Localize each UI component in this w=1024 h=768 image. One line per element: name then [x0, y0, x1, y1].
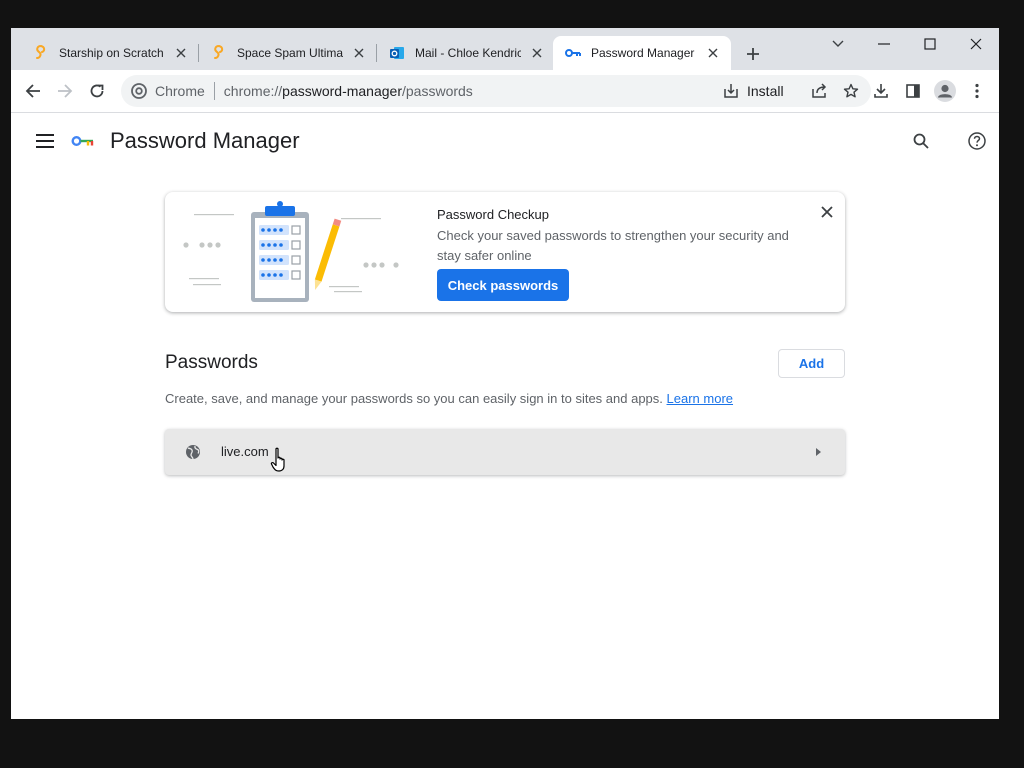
address-bar[interactable]: Chrome chrome://password-manager/passwor… [121, 75, 871, 107]
install-button[interactable]: Install [723, 75, 784, 107]
url-path: /passwords [402, 83, 473, 99]
new-tab-button[interactable] [741, 42, 765, 66]
tab-title: Starship on Scratch [59, 46, 164, 60]
site-info-chip[interactable]: Chrome [121, 83, 205, 99]
close-icon [970, 38, 982, 50]
profile-button[interactable] [931, 77, 959, 105]
tab-space-spam-ultimate[interactable]: Space Spam Ultimate [199, 36, 377, 70]
check-passwords-button[interactable]: Check passwords [437, 269, 569, 301]
page-header: Password Manager [11, 113, 999, 169]
tab-title: Space Spam Ultimate [237, 46, 343, 60]
star-icon [843, 83, 859, 98]
url-scheme: chrome:// [223, 83, 283, 99]
tab-password-manager[interactable]: Password Manager [553, 36, 731, 70]
arrow-left-icon [25, 84, 40, 98]
tab-strip: Starship on Scratch Space Spam Ultimate … [11, 28, 999, 70]
chrome-icon [131, 83, 147, 99]
close-icon[interactable] [173, 45, 189, 61]
share-button[interactable] [805, 77, 833, 105]
minimize-icon [878, 43, 890, 45]
password-site-label: live.com [221, 444, 269, 459]
chevron-down-icon [832, 40, 844, 47]
checkup-illustration [183, 201, 399, 302]
arrow-right-icon [58, 84, 73, 98]
outlook-icon [389, 45, 405, 61]
hand-cursor-icon [270, 447, 285, 472]
scratch-icon [211, 45, 227, 61]
close-icon[interactable] [351, 45, 367, 61]
help-icon [968, 132, 986, 150]
search-button[interactable] [909, 129, 933, 153]
url-host: password-manager [282, 83, 402, 99]
plus-icon [747, 48, 759, 60]
side-panel-icon [906, 84, 920, 98]
tab-mail[interactable]: Mail - Chloe Kendrick [377, 36, 555, 70]
install-icon [724, 84, 738, 98]
page-content: Password Manager Password Checkup Check … [11, 113, 999, 719]
page-title: Password Manager [110, 128, 300, 153]
side-panel-button[interactable] [899, 77, 927, 105]
install-label: Install [747, 83, 784, 99]
reload-icon [90, 84, 104, 98]
site-chip-label: Chrome [155, 83, 205, 99]
download-icon [874, 84, 888, 98]
menu-more-button[interactable] [963, 77, 991, 105]
reload-button[interactable] [83, 77, 111, 105]
password-checkup-card: Password Checkup Check your saved passwo… [165, 192, 845, 312]
maximize-button[interactable] [907, 30, 953, 58]
share-icon [812, 83, 827, 98]
promo-title: Password Checkup [437, 207, 549, 222]
globe-icon [186, 445, 200, 460]
tab-title: Password Manager [591, 46, 695, 60]
avatar-icon [934, 80, 956, 102]
tab-title: Mail - Chloe Kendrick [415, 46, 521, 60]
password-list-item[interactable]: live.com [165, 429, 845, 475]
omnibox-divider [213, 82, 215, 100]
downloads-button[interactable] [867, 77, 895, 105]
maximize-icon [924, 38, 936, 50]
passwords-description-text: Create, save, and manage your passwords … [165, 391, 663, 406]
add-password-button[interactable]: Add [778, 349, 845, 378]
close-icon [821, 206, 833, 218]
more-vert-icon [975, 83, 979, 99]
close-icon[interactable] [529, 45, 545, 61]
help-button[interactable] [965, 129, 989, 153]
toolbar: Chrome chrome://password-manager/passwor… [11, 70, 999, 113]
key-icon [565, 45, 581, 61]
minimize-button[interactable] [861, 30, 907, 58]
scratch-icon [33, 45, 49, 61]
main-menu-button[interactable] [33, 129, 57, 153]
close-icon[interactable] [705, 45, 721, 61]
bookmark-button[interactable] [837, 77, 865, 105]
passwords-description: Create, save, and manage your passwords … [165, 391, 733, 406]
passwords-heading: Passwords [165, 352, 258, 373]
password-manager-logo-icon [71, 135, 94, 146]
forward-button[interactable] [51, 77, 79, 105]
dismiss-promo-button[interactable] [815, 200, 839, 224]
back-button[interactable] [19, 77, 47, 105]
tab-starship-on-scratch[interactable]: Starship on Scratch [21, 36, 199, 70]
browser-window: Starship on Scratch Space Spam Ultimate … [11, 28, 999, 719]
promo-description: Check your saved passwords to strengthen… [437, 228, 789, 263]
learn-more-link[interactable]: Learn more [667, 391, 733, 406]
close-window-button[interactable] [953, 30, 999, 58]
search-icon [913, 133, 929, 149]
tab-search-button[interactable] [815, 30, 861, 58]
arrow-right-icon [816, 448, 821, 456]
hamburger-icon [36, 134, 54, 148]
